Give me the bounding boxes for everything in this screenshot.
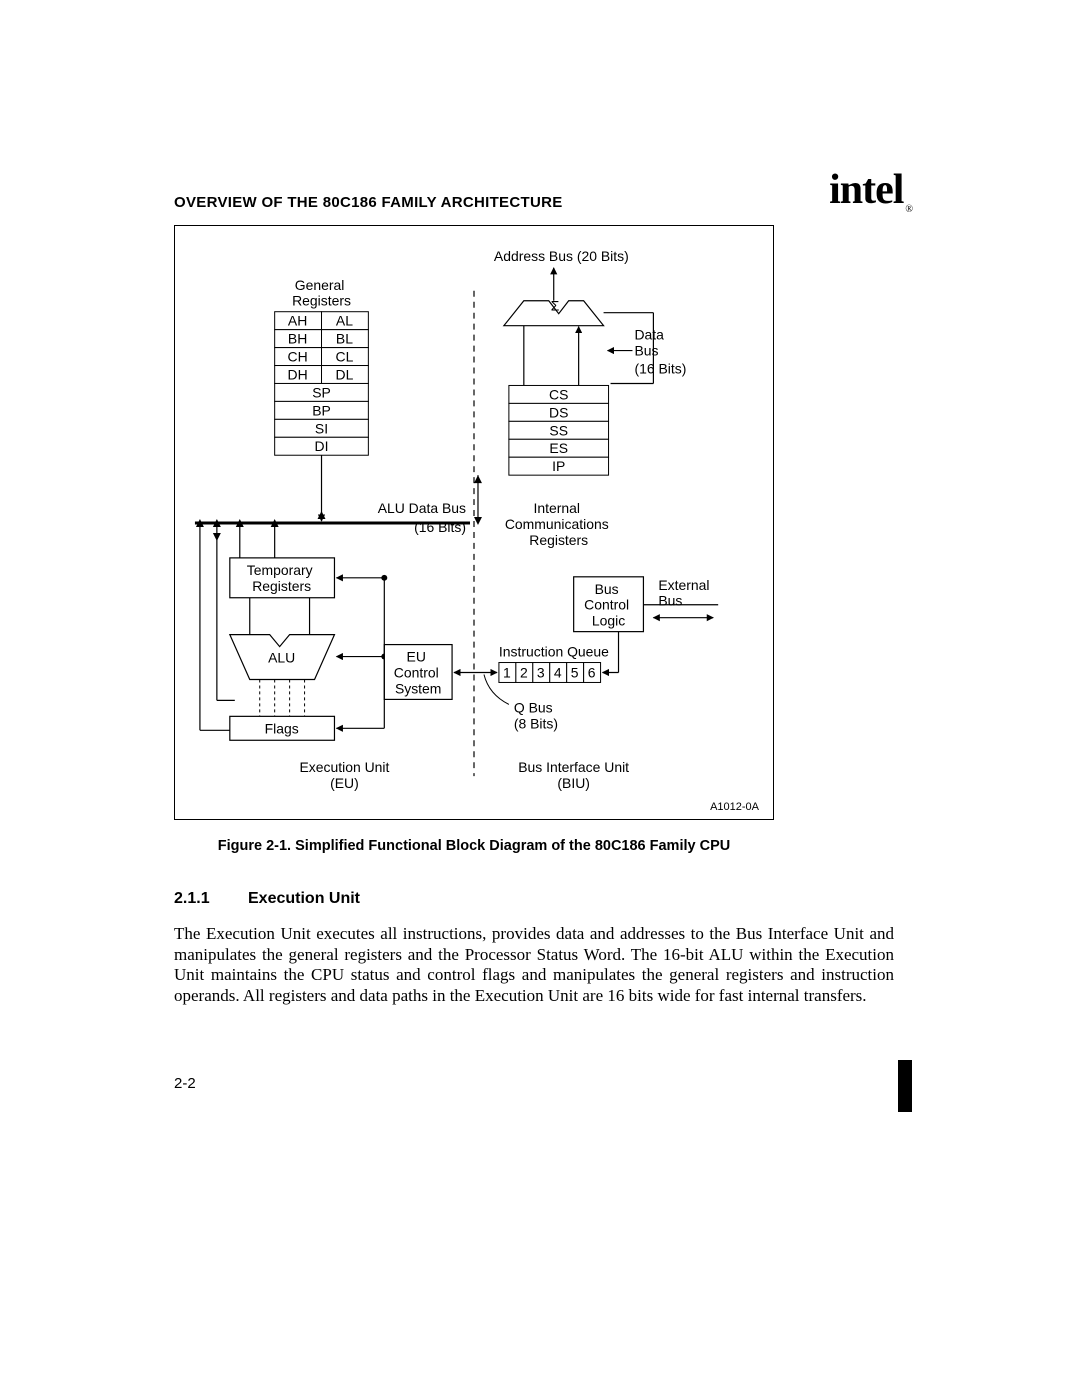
page-number: 2-2 bbox=[174, 1075, 196, 1092]
reg-al: AL bbox=[336, 313, 353, 329]
queue-3: 3 bbox=[537, 664, 545, 680]
figure-code: A1012-0A bbox=[710, 801, 759, 813]
registered-icon: ® bbox=[905, 204, 912, 215]
page-header: OVERVIEW OF THE 80C186 FAMILY ARCHITECTU… bbox=[174, 162, 912, 211]
data-bus-bits: (16 Bits) bbox=[634, 361, 686, 377]
body-paragraph: The Execution Unit executes all instruct… bbox=[174, 924, 894, 1007]
alu-label: ALU bbox=[268, 650, 295, 666]
segment-registers: CS DS SS ES IP bbox=[509, 385, 609, 475]
q-bus-bits: (8 Bits) bbox=[514, 715, 558, 731]
queue-6: 6 bbox=[588, 664, 596, 680]
reg-ah: AH bbox=[288, 313, 307, 329]
reg-ip: IP bbox=[552, 458, 565, 474]
alu-data-bus-bits: (16 Bits) bbox=[414, 519, 466, 535]
reg-ch: CH bbox=[288, 349, 308, 365]
sigma-label: Σ bbox=[551, 298, 560, 314]
section-number: 2.1.1 bbox=[174, 890, 210, 908]
internal-comm-label: Internal Communications Registers bbox=[505, 500, 613, 548]
alu-data-bus-label: ALU Data Bus bbox=[378, 500, 466, 516]
eu-abbrev: (EU) bbox=[330, 775, 359, 791]
section-title: Execution Unit bbox=[248, 890, 360, 908]
reg-ds: DS bbox=[549, 404, 568, 420]
corner-mark-icon bbox=[898, 1060, 912, 1112]
gp8-registers: AH AL BH BL CH CL DH DL bbox=[275, 312, 369, 384]
eu-label: Execution Unit bbox=[299, 759, 389, 775]
instruction-queue-label: Instruction Queue bbox=[499, 644, 609, 660]
reg-di: DI bbox=[315, 438, 329, 454]
reg-si: SI bbox=[315, 420, 328, 436]
general-registers-title: General Registers bbox=[292, 277, 351, 309]
queue-5: 5 bbox=[571, 664, 579, 680]
reg-sp: SP bbox=[312, 384, 331, 400]
flags-label: Flags bbox=[265, 720, 299, 736]
biu-label: Bus Interface Unit bbox=[518, 759, 629, 775]
reg-cs: CS bbox=[549, 386, 568, 402]
page: OVERVIEW OF THE 80C186 FAMILY ARCHITECTU… bbox=[0, 0, 1080, 1397]
reg-dh: DH bbox=[288, 366, 308, 382]
reg-ss: SS bbox=[549, 422, 568, 438]
reg-bl: BL bbox=[336, 331, 353, 347]
instruction-queue: 1 2 3 4 5 6 bbox=[499, 663, 601, 683]
queue-2: 2 bbox=[520, 664, 528, 680]
intel-logo: intel® bbox=[829, 166, 912, 215]
queue-1: 1 bbox=[503, 664, 511, 680]
reg-dl: DL bbox=[336, 366, 354, 382]
gp16-registers: SP BP SI DI bbox=[275, 383, 369, 455]
diagram-svg: Address Bus (20 Bits) Σ Data Bus (16 Bit… bbox=[175, 226, 773, 819]
biu-abbrev: (BIU) bbox=[557, 775, 590, 791]
intel-logo-text: intel bbox=[829, 167, 903, 213]
reg-cl: CL bbox=[336, 349, 354, 365]
header-title: OVERVIEW OF THE 80C186 FAMILY ARCHITECTU… bbox=[174, 194, 563, 211]
data-bus-label: Data Bus bbox=[634, 327, 667, 359]
address-bus-label: Address Bus (20 Bits) bbox=[494, 248, 629, 264]
temporary-registers-label: Temporary Registers bbox=[247, 562, 317, 594]
figure-caption: Figure 2-1. Simplified Functional Block … bbox=[174, 838, 774, 854]
reg-es: ES bbox=[549, 440, 568, 456]
reg-bp: BP bbox=[312, 402, 331, 418]
external-bus-label: External Bus bbox=[658, 577, 713, 609]
figure-block-diagram: Address Bus (20 Bits) Σ Data Bus (16 Bit… bbox=[174, 225, 774, 820]
queue-4: 4 bbox=[554, 664, 562, 680]
reg-bh: BH bbox=[288, 331, 307, 347]
q-bus-label: Q Bus bbox=[514, 699, 553, 715]
